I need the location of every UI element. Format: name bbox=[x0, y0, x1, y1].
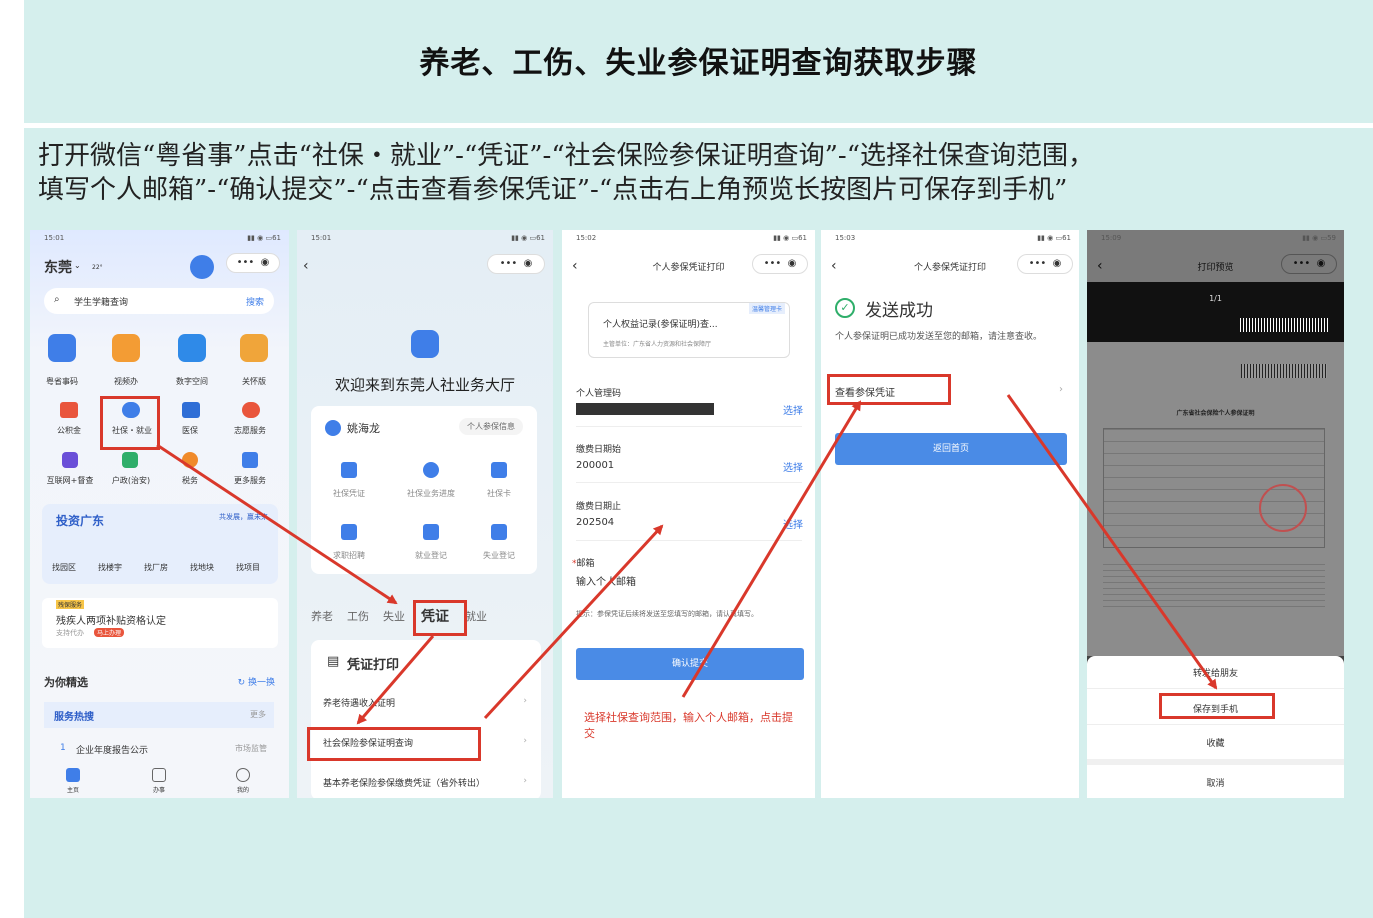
arrow-to-insurance-proof bbox=[356, 635, 435, 725]
arrow-to-certificate-tab bbox=[156, 443, 398, 605]
arrow-to-form bbox=[483, 524, 664, 720]
flow-arrows bbox=[156, 394, 1218, 725]
arrow-to-save-option bbox=[1006, 394, 1218, 690]
arrow-to-view-certificate bbox=[681, 400, 862, 698]
